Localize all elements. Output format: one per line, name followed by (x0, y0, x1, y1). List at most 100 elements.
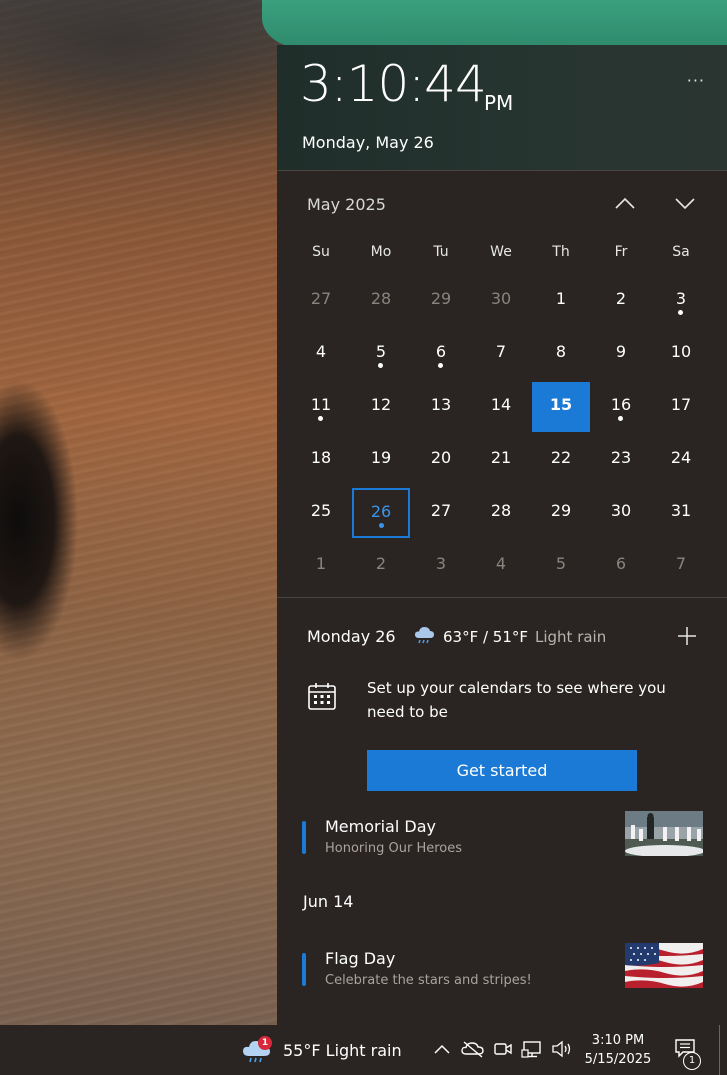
clock-header: 3:10:44 PM ··· Monday, May 26 (277, 45, 727, 171)
meet-now-icon[interactable] (493, 1039, 513, 1059)
calendar-day-number: 25 (310, 501, 332, 520)
calendar-day-number: 30 (610, 501, 632, 520)
calendar-day[interactable]: 12 (351, 381, 411, 434)
get-started-button[interactable]: Get started (367, 750, 637, 791)
calendar-day[interactable]: 6 (591, 540, 651, 593)
taskbar-time: 3:10 PM (591, 1033, 645, 1048)
event-color-bar (302, 821, 306, 854)
notification-count-badge: 1 (683, 1052, 701, 1070)
calendar-day-number: 14 (490, 395, 512, 414)
weather-condition: Light rain (535, 628, 607, 646)
calendar-day-number: 1 (315, 554, 327, 573)
calendar-day[interactable]: 22 (531, 434, 591, 487)
calendar-day-number: 11 (310, 395, 332, 414)
calendar-day-number: 4 (495, 554, 507, 573)
calendar-day-number: 4 (315, 342, 327, 361)
event-indicator-dot (379, 523, 384, 528)
calendar-day-number: 22 (550, 448, 572, 467)
weekday-header: Sa (672, 244, 690, 260)
calendar-day-number: 29 (430, 289, 452, 308)
calendar-day[interactable]: 29 (411, 275, 471, 328)
network-icon[interactable] (521, 1039, 543, 1059)
calendar-day[interactable]: 5 (531, 540, 591, 593)
chevron-up-icon[interactable] (432, 1039, 452, 1059)
calendar-day[interactable]: 4 (291, 328, 351, 381)
calendar-day[interactable]: 5 (351, 328, 411, 381)
calendar-day[interactable]: 18 (291, 434, 351, 487)
flag-thumbnail (625, 943, 703, 988)
calendar-day[interactable]: 2 (591, 275, 651, 328)
calendar-day-today[interactable]: 15 (532, 382, 590, 432)
calendar-day[interactable]: 27 (411, 487, 471, 540)
calendar-day[interactable]: 9 (591, 328, 651, 381)
calendar-day[interactable]: 13 (411, 381, 471, 434)
event-memorial-day[interactable]: Memorial Day Honoring Our Heroes (277, 811, 727, 867)
calendar-day[interactable]: 29 (531, 487, 591, 540)
clock-ampm: PM (484, 91, 514, 115)
more-options-button[interactable]: ··· (687, 71, 705, 90)
plus-icon[interactable] (676, 625, 698, 647)
calendar-day-number: 6 (435, 342, 447, 361)
weekday-header: Fr (614, 244, 628, 260)
calendar-day[interactable]: 21 (471, 434, 531, 487)
memorial-thumbnail (625, 811, 703, 856)
previous-month-button[interactable] (610, 191, 640, 215)
calendar-day[interactable]: 7 (651, 540, 711, 593)
calendar-day[interactable]: 24 (651, 434, 711, 487)
taskbar-clock[interactable]: 3:10 PM 5/15/2025 (583, 1031, 653, 1069)
rain-cloud-icon (415, 627, 434, 644)
calendar-day[interactable]: 11 (291, 381, 351, 434)
calendar-day[interactable]: 1 (531, 275, 591, 328)
event-indicator-dot (618, 416, 623, 421)
calendar-day-number: 28 (490, 501, 512, 520)
calendar-day[interactable]: 25 (291, 487, 351, 540)
event-flag-day[interactable]: Flag Day Celebrate the stars and stripes… (277, 943, 727, 999)
calendar-day[interactable]: 16 (591, 381, 651, 434)
calendar-day-number: 12 (370, 395, 392, 414)
calendar-day[interactable]: 3 (651, 275, 711, 328)
calendar-day-number: 24 (670, 448, 692, 467)
calendar-day-selected[interactable]: 26 (352, 488, 410, 538)
month-label[interactable]: May 2025 (307, 195, 386, 214)
clock-time: 3:10:44 (300, 55, 487, 113)
weekday-header: Su (312, 244, 330, 260)
calendar-day[interactable]: 19 (351, 434, 411, 487)
chevron-up-icon (615, 197, 635, 209)
calendar-day[interactable]: 20 (411, 434, 471, 487)
calendar-day[interactable]: 31 (651, 487, 711, 540)
divider (277, 597, 727, 598)
calendar-day[interactable]: 23 (591, 434, 651, 487)
calendar-day[interactable]: 30 (471, 275, 531, 328)
calendar-day[interactable]: 30 (591, 487, 651, 540)
setup-calendars-text: Set up your calendars to see where you n… (367, 679, 666, 721)
calendar-day[interactable]: 4 (471, 540, 531, 593)
next-month-button[interactable] (670, 191, 700, 215)
calendar-day[interactable]: 17 (651, 381, 711, 434)
taskbar-weather-text[interactable]: 55°F Light rain (283, 1041, 402, 1060)
weather-temperatures: 63°F / 51°F (443, 628, 529, 646)
calendar-flyout: 3:10:44 PM ··· Monday, May 26 May 2025 S… (277, 45, 727, 1025)
calendar-day-number: 8 (555, 342, 567, 361)
calendar-day[interactable]: 6 (411, 328, 471, 381)
event-subtitle: Honoring Our Heroes (325, 841, 463, 856)
calendar-day[interactable]: 28 (471, 487, 531, 540)
calendar-day-number: 23 (610, 448, 632, 467)
calendar-day[interactable]: 2 (351, 540, 411, 593)
event-color-bar (302, 953, 306, 986)
onedrive-offline-icon[interactable] (461, 1039, 485, 1059)
calendar-day-number: 3 (675, 289, 687, 308)
clock-date[interactable]: Monday, May 26 (302, 133, 434, 152)
calendar-day[interactable]: 3 (411, 540, 471, 593)
calendar-day-number: 5 (375, 342, 387, 361)
volume-icon[interactable] (551, 1039, 573, 1059)
calendar-day[interactable]: 8 (531, 328, 591, 381)
event-indicator-dot (678, 310, 683, 315)
calendar-day[interactable]: 27 (291, 275, 351, 328)
calendar-day[interactable]: 1 (291, 540, 351, 593)
calendar-day[interactable]: 14 (471, 381, 531, 434)
calendar-day[interactable]: 7 (471, 328, 531, 381)
show-desktop-divider[interactable] (719, 1025, 720, 1075)
chevron-down-icon (675, 198, 695, 210)
calendar-day[interactable]: 10 (651, 328, 711, 381)
calendar-day[interactable]: 28 (351, 275, 411, 328)
